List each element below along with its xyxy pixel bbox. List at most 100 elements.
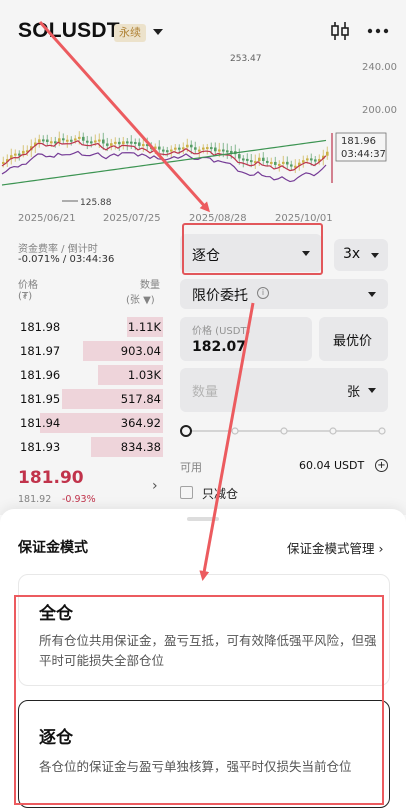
candle-body [206,147,209,150]
orderbook-ask-row[interactable]: 181.97 903.04 [18,340,163,362]
candle-body [266,160,269,163]
candle-body [246,158,249,161]
price-input[interactable]: 价格 (USDT) 182.07 [180,317,312,361]
price-axis-label: 200.00 [362,105,397,116]
ask-price: 181.93 [20,440,61,454]
chevron-right-icon[interactable]: › [152,478,158,494]
info-icon[interactable]: i [257,287,269,299]
price-input-label: 价格 (USDT) [192,326,251,337]
candle-body [178,147,181,150]
perpetual-badge: 永续 [114,24,146,42]
slider-handle[interactable] [180,425,192,437]
candle-body [290,164,293,167]
candle-body [250,160,253,163]
orderbook-ask-row[interactable]: 181.94 364.92 [18,412,163,434]
leverage-select[interactable]: 3x [334,239,388,271]
price-chart[interactable]: 240.00 200.00 181.96 03:44:37 253.47 125… [0,45,406,235]
candle-body [226,150,229,153]
quantity-slider[interactable] [180,423,388,439]
candle-body [282,161,285,164]
high-price-label: 253.47 [230,54,262,64]
candle-body [230,150,233,153]
best-price-button[interactable]: 最优价 [319,317,388,361]
candle-body [222,149,225,152]
quantity-unit[interactable]: 张 [347,381,360,400]
leverage-value: 3x [343,246,361,262]
reduce-only-label: 只减仓 [202,487,239,501]
moving-average-line-3 [1,139,327,186]
candle-body [286,161,289,165]
candle-body [58,138,61,143]
candle-body [166,150,169,153]
orderbook-ask-row[interactable]: 181.98 1.11K [18,316,163,338]
funding-rate-value: -0.071% / 03:44:36 [18,254,115,265]
candle-body [18,153,21,156]
candle-body [94,140,97,143]
candle-body [186,144,189,148]
orderbook-ask-row[interactable]: 181.96 1.03K [18,364,163,386]
orderbook-qty-header: 数量 [140,280,160,291]
countdown-label: 03:44:37 [341,149,386,160]
candle-body [218,149,221,152]
candle-body [190,144,193,148]
candle-body [70,139,73,142]
candle-body [278,163,281,166]
candle-body [154,146,157,149]
ask-price: 181.98 [20,320,61,334]
candle-body [38,139,41,143]
margin-mode-manage-link[interactable]: 保证金模式管理 › [287,538,384,557]
margin-mode-sheet: 保证金模式 保证金模式管理 › 全仓 所有仓位共用保证金，盈亏互抵，可有效降低强… [0,509,406,808]
candle-body [326,151,329,156]
symbol-title[interactable]: SOLUSDT [18,19,120,43]
symbol-dropdown-icon[interactable] [153,29,163,35]
more-options-icon[interactable] [365,20,391,42]
manage-link-label: 保证金模式管理 [287,541,375,556]
candle-body [210,147,213,150]
candle-body [14,153,17,156]
orderbook-qty-unit[interactable]: (张 ▼) [126,291,155,306]
ask-price: 181.95 [20,392,61,406]
candle-body [86,140,89,143]
candle-body [238,154,241,159]
candle-body [102,139,105,144]
caret-down-icon [368,388,376,393]
candle-body [182,147,185,150]
candle-body [134,141,137,144]
price-input-value: 182.07 [192,339,247,355]
margin-mode-select[interactable]: 逐仓 [180,234,322,272]
candle-body [22,150,25,154]
quantity-input[interactable]: 数量 张 [180,368,388,412]
ask-qty: 834.38 [120,440,161,454]
candle-body [150,145,153,149]
candle-body [162,149,165,152]
current-price-label: 181.96 [341,136,376,147]
ask-qty: 903.04 [120,344,161,358]
order-type-select[interactable]: 限价委托 i [180,279,388,309]
margin-mode-value: 逐仓 [192,248,220,264]
ask-price: 181.94 [20,416,61,430]
ask-qty: 1.03K [127,368,161,382]
orderbook-ask-row[interactable]: 181.93 834.38 [18,436,163,458]
price-change: -0.93% [62,494,96,505]
candlestick-chart-icon[interactable] [329,20,351,42]
candle-body [314,159,317,162]
reduce-only-checkbox[interactable] [180,486,193,499]
candle-body [306,158,309,161]
date-axis-label: 2025/08/28 [189,213,247,224]
sheet-drag-handle[interactable] [187,517,219,521]
candle-body [82,136,85,141]
isolated-margin-option[interactable]: 逐仓 各仓位的保证金与盈亏单独核算，强平时仅损失当前仓位 [18,700,390,808]
orderbook-ask-row[interactable]: 181.95 517.84 [18,388,163,410]
candle-body [170,149,173,152]
ask-qty: 1.11K [127,320,161,334]
last-price: 181.90 [18,468,84,488]
date-axis-label: 2025/07/25 [103,213,161,224]
candle-body [106,143,109,146]
candle-body [78,136,81,139]
chevron-right-icon: › [378,541,384,556]
candle-body [66,139,69,142]
date-axis-label: 2025/10/01 [275,213,333,224]
caret-down-icon [371,253,379,258]
cross-margin-option[interactable]: 全仓 所有仓位共用保证金，盈亏互抵，可有效降低强平风险，但强平时可能损失全部仓位 [18,574,390,686]
add-funds-icon[interactable]: + [375,459,388,472]
